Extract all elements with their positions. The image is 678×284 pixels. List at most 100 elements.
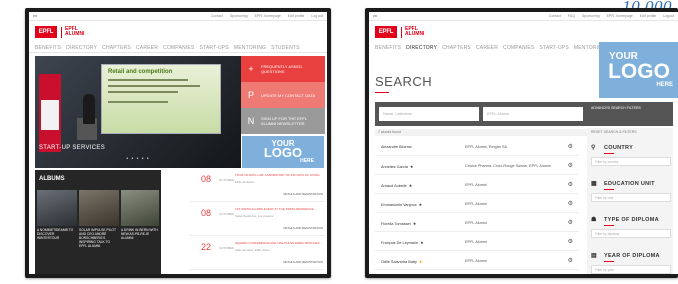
left-screen: en Contact Sponsoring EPFL homepage Edit…: [29, 12, 327, 274]
filter-title: COUNTRY: [604, 144, 634, 151]
util-link-contact[interactable]: Contact: [549, 14, 561, 18]
nav-chapters[interactable]: CHAPTERS: [102, 45, 131, 51]
event-location: EPFL Ecublens: [235, 180, 255, 184]
nav-directory[interactable]: DIRECTORY: [66, 45, 97, 51]
event-register-link[interactable]: DETAILS AND REGISTRATION: [283, 260, 323, 264]
gear-icon[interactable]: ⚙: [568, 181, 573, 188]
filter-diploma-year: ▤ YEAR OF DIPLOMA Filter by year: [591, 252, 671, 274]
nav-companies[interactable]: COMPANIES: [163, 45, 194, 51]
newsletter-box[interactable]: N SIGN UP FOR THE EPFL ALUMNI NEWSLETTER: [241, 108, 325, 134]
event-location: Salle des fêtes, EPFL Rolex: [235, 248, 270, 252]
nav-startups[interactable]: START-UPS: [199, 45, 228, 51]
page-title: SEARCH: [375, 74, 433, 93]
nav-benefits[interactable]: BENEFITS: [35, 45, 61, 51]
nav-career[interactable]: CAREER: [476, 45, 498, 51]
nav-students[interactable]: STUDENTS: [271, 45, 300, 51]
gear-icon[interactable]: ⚙: [568, 257, 573, 264]
event-day: 08: [201, 208, 212, 218]
company-search-input[interactable]: EPFL Alumni: [483, 107, 583, 121]
language-switch[interactable]: en: [373, 14, 377, 18]
util-link-sponsoring[interactable]: Sponsoring: [582, 14, 600, 18]
nav-benefits[interactable]: BENEFITS: [375, 45, 401, 51]
util-link-logout[interactable]: Logout: [663, 14, 674, 18]
gear-icon[interactable]: ⚙: [568, 162, 573, 169]
util-link-epfl-home[interactable]: EPFL homepage: [255, 14, 281, 18]
event-register-link[interactable]: DETAILS AND REGISTRATION: [283, 226, 323, 230]
alumni-name[interactable]: Fiorella Tomasset: [381, 222, 411, 226]
utility-bar: en Contact FAQ Sponsoring EPFL homepage …: [369, 12, 678, 21]
star-icon: ★: [409, 165, 414, 169]
event-title[interactable]: 1ST SWISS ALUMNI EVENT AT THE SWISS RESI…: [235, 207, 323, 211]
util-link-logout[interactable]: Log out: [311, 14, 323, 18]
table-row[interactable]: Arnaud Aubelle ★ EPFL Alumni ⚙: [375, 176, 579, 194]
alumni-name[interactable]: Annelies Garcia: [381, 165, 408, 169]
util-link-faq[interactable]: FAQ: [568, 14, 575, 18]
util-link-epfl-home[interactable]: EPFL homepage: [607, 14, 633, 18]
util-link-contact[interactable]: Contact: [211, 14, 223, 18]
nav-directory[interactable]: DIRECTORY: [406, 45, 437, 51]
wordmark-line2: ALUMNI: [405, 31, 425, 37]
event-title[interactable]: TOUR OF EPFL LAB: LABORATORY OF PHYSICS …: [235, 173, 323, 177]
star-icon: ★: [412, 222, 417, 226]
album-photo[interactable]: [121, 190, 159, 226]
nav-mentoring[interactable]: MENTORING: [234, 45, 266, 51]
table-row[interactable]: Emmanuelle Vanjoux ★ EPFL Alumni ⚙: [375, 195, 579, 213]
event-title[interactable]: SHARED CONFERENCE AND LIFE PULSE DIRECTE…: [235, 241, 323, 245]
event-item[interactable]: 22 OCTOBER SHARED CONFERENCE AND LIFE PU…: [189, 238, 325, 270]
slider-dots[interactable]: • • • • •: [35, 156, 241, 162]
gear-icon[interactable]: ⚙: [568, 238, 573, 245]
hero-slider[interactable]: Retail and competition START-UP SERVICES…: [35, 56, 241, 168]
advanced-filters-header[interactable]: ADVANCED SEARCH FILTERS: [587, 102, 673, 126]
gear-icon[interactable]: ⚙: [568, 143, 573, 150]
header-logo[interactable]: EPFL EPFL ALUMNI: [369, 21, 678, 43]
nav-companies[interactable]: COMPANIES: [503, 45, 534, 51]
event-item[interactable]: 08 OCTOBER 1ST SWISS ALUMNI EVENT AT THE…: [189, 204, 325, 236]
profile-icon: P: [247, 90, 254, 100]
table-row[interactable]: Annelies Garcia ★ Choice Pharma, Croix-Ro…: [375, 157, 579, 175]
sponsor-logo-placeholder[interactable]: YOUR LOGO HERE: [599, 42, 678, 98]
update-contact-box[interactable]: P UPDATE MY CONTACT DATA: [241, 82, 325, 108]
wordmark-line2: ALUMNI: [65, 31, 85, 37]
header-logo[interactable]: EPFL EPFL ALUMNI: [29, 21, 327, 43]
alumni-company: EPFL Alumni, Ringier SA: [465, 145, 508, 149]
album-photo[interactable]: [37, 190, 77, 226]
album-caption[interactable]: SOLAR IMPULSE PILOT AND CEO ANDRÉ BORSCH…: [79, 228, 119, 248]
table-row[interactable]: Alexandre Bloemz EPFL Alumni, Ringier SA…: [375, 138, 579, 156]
util-link-sponsoring[interactable]: Sponsoring: [230, 14, 248, 18]
alumni-name[interactable]: François De Leymarie: [381, 241, 418, 245]
gear-icon[interactable]: ⚙: [568, 200, 573, 207]
event-register-link[interactable]: DETAILS AND REGISTRATION: [283, 192, 323, 196]
hero-caption[interactable]: START-UP SERVICES: [39, 145, 105, 151]
language-switch[interactable]: en: [33, 14, 37, 18]
newsletter-icon: N: [247, 116, 255, 126]
year-filter-input[interactable]: Filter by year: [591, 265, 671, 274]
util-link-edit-profile[interactable]: Edit profile: [288, 14, 305, 18]
nav-startups[interactable]: START-UPS: [539, 45, 568, 51]
table-row[interactable]: Odile Saavedra Batty ★ EPFL Alumni ⚙: [375, 252, 579, 270]
alumni-name[interactable]: Odile Saavedra Batty: [381, 260, 417, 264]
util-link-edit-profile[interactable]: Edit profile: [640, 14, 657, 18]
gear-icon[interactable]: ⚙: [568, 219, 573, 226]
unit-filter-input[interactable]: Filter by unit: [591, 193, 671, 202]
album-photo[interactable]: [79, 190, 119, 226]
event-location: Swiss Residence, Los Angeles: [235, 214, 274, 218]
star-icon: ★: [420, 241, 424, 245]
name-search-input[interactable]: Name, Lastname: [379, 107, 479, 121]
nav-chapters[interactable]: CHAPTERS: [442, 45, 471, 51]
reset-filters-link[interactable]: RESET SEARCH & FILTERS: [591, 130, 637, 134]
album-caption[interactable]: A NOMINETIDEAMB TO DISCOVER WINTERTOUR: [37, 228, 77, 240]
nav-career[interactable]: CAREER: [136, 45, 158, 51]
alumni-name[interactable]: Emmanuelle Vanjoux: [381, 203, 417, 207]
epfl-logo: EPFL: [35, 26, 57, 38]
country-filter-input[interactable]: Filter by country: [591, 157, 671, 166]
alumni-name[interactable]: Arnaud Aubelle: [381, 184, 407, 188]
sponsor-logo-placeholder[interactable]: YOUR LOGO HERE: [242, 136, 324, 168]
star-icon: ★: [418, 260, 423, 264]
event-item[interactable]: 08 OCTOBER TOUR OF EPFL LAB: LABORATORY …: [189, 170, 325, 202]
faq-box[interactable]: + FREQUENTLY ASKED QUESTIONS: [241, 56, 325, 82]
album-caption[interactable]: A DRINK IN BERN WITH NEW AS-PB-RE-IE ALU…: [121, 228, 161, 240]
alumni-name[interactable]: Alexandre Bloemz: [381, 145, 412, 149]
table-row[interactable]: François De Leymarie ★ EPFL Alumni ⚙: [375, 233, 579, 251]
diploma-filter-input[interactable]: Filter by diploma: [591, 229, 671, 238]
table-row[interactable]: Fiorella Tomasset ★ EPFL Alumni ⚙: [375, 214, 579, 232]
